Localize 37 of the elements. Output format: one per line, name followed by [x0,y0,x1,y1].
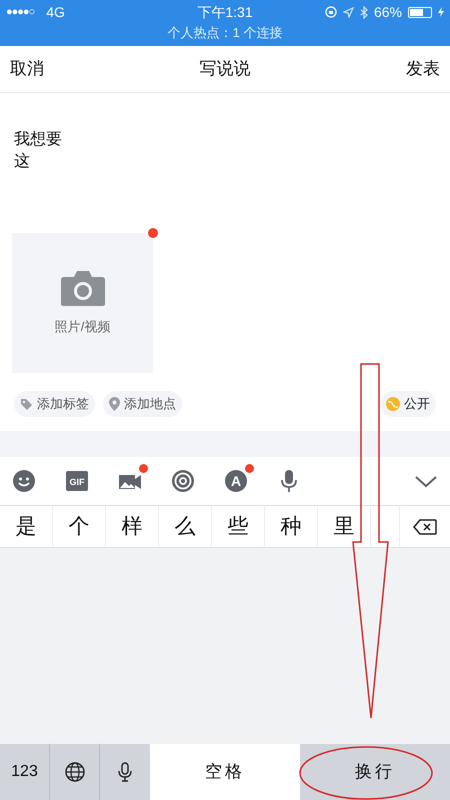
network-label: 4G [46,2,65,22]
candidate-key[interactable]: 么 [159,506,212,547]
post-text-field[interactable]: 我想要 这 [0,93,450,233]
charging-icon[interactable] [438,7,444,17]
candidate-key[interactable]: 里 [318,506,371,547]
tile-label: 照片/视频 [54,318,110,336]
candidate-key[interactable]: 种 [265,506,318,547]
font-icon[interactable]: A [224,469,248,493]
add-location-chip[interactable]: 添加地点 [103,391,182,417]
microphone-icon[interactable] [118,762,132,782]
visibility-chip[interactable]: 公开 [380,391,436,417]
space-key[interactable]: 空格 [150,744,300,800]
clock: 下午1:31 [197,2,253,22]
numbers-key[interactable]: 123 [0,744,50,800]
cancel-button[interactable]: 取消 [10,56,44,82]
at-sign-icon[interactable] [171,469,195,493]
add-tag-chip[interactable]: 添加标签 [14,391,95,417]
battery-percent: 66% [374,2,402,22]
battery-icon [408,6,432,18]
globe-icon[interactable] [64,762,84,782]
page-title: 写说说 [200,58,250,80]
camera-icon[interactable] [60,269,106,308]
candidate-key[interactable]: 样 [106,506,159,547]
publish-button[interactable]: 发表 [406,56,440,82]
candidate-key[interactable]: 个 [53,506,106,547]
emoji-icon[interactable] [12,469,36,493]
candidate-key[interactable]: 些 [212,506,265,547]
hotspot-label: 个人热点：1 个连接 [168,24,282,42]
add-photo-tile[interactable]: 照片/视频 [12,233,153,373]
return-key[interactable]: 换行 [300,744,450,800]
candidate-key[interactable]: 是 [0,506,53,547]
backspace-icon[interactable] [413,518,437,534]
lock-rotation-icon[interactable] [324,6,337,18]
gif-icon[interactable]: GIF [65,469,89,493]
bluetooth-icon[interactable] [360,6,368,18]
location-icon[interactable] [342,6,354,18]
signal-dots: ●●●●○ [6,4,34,20]
